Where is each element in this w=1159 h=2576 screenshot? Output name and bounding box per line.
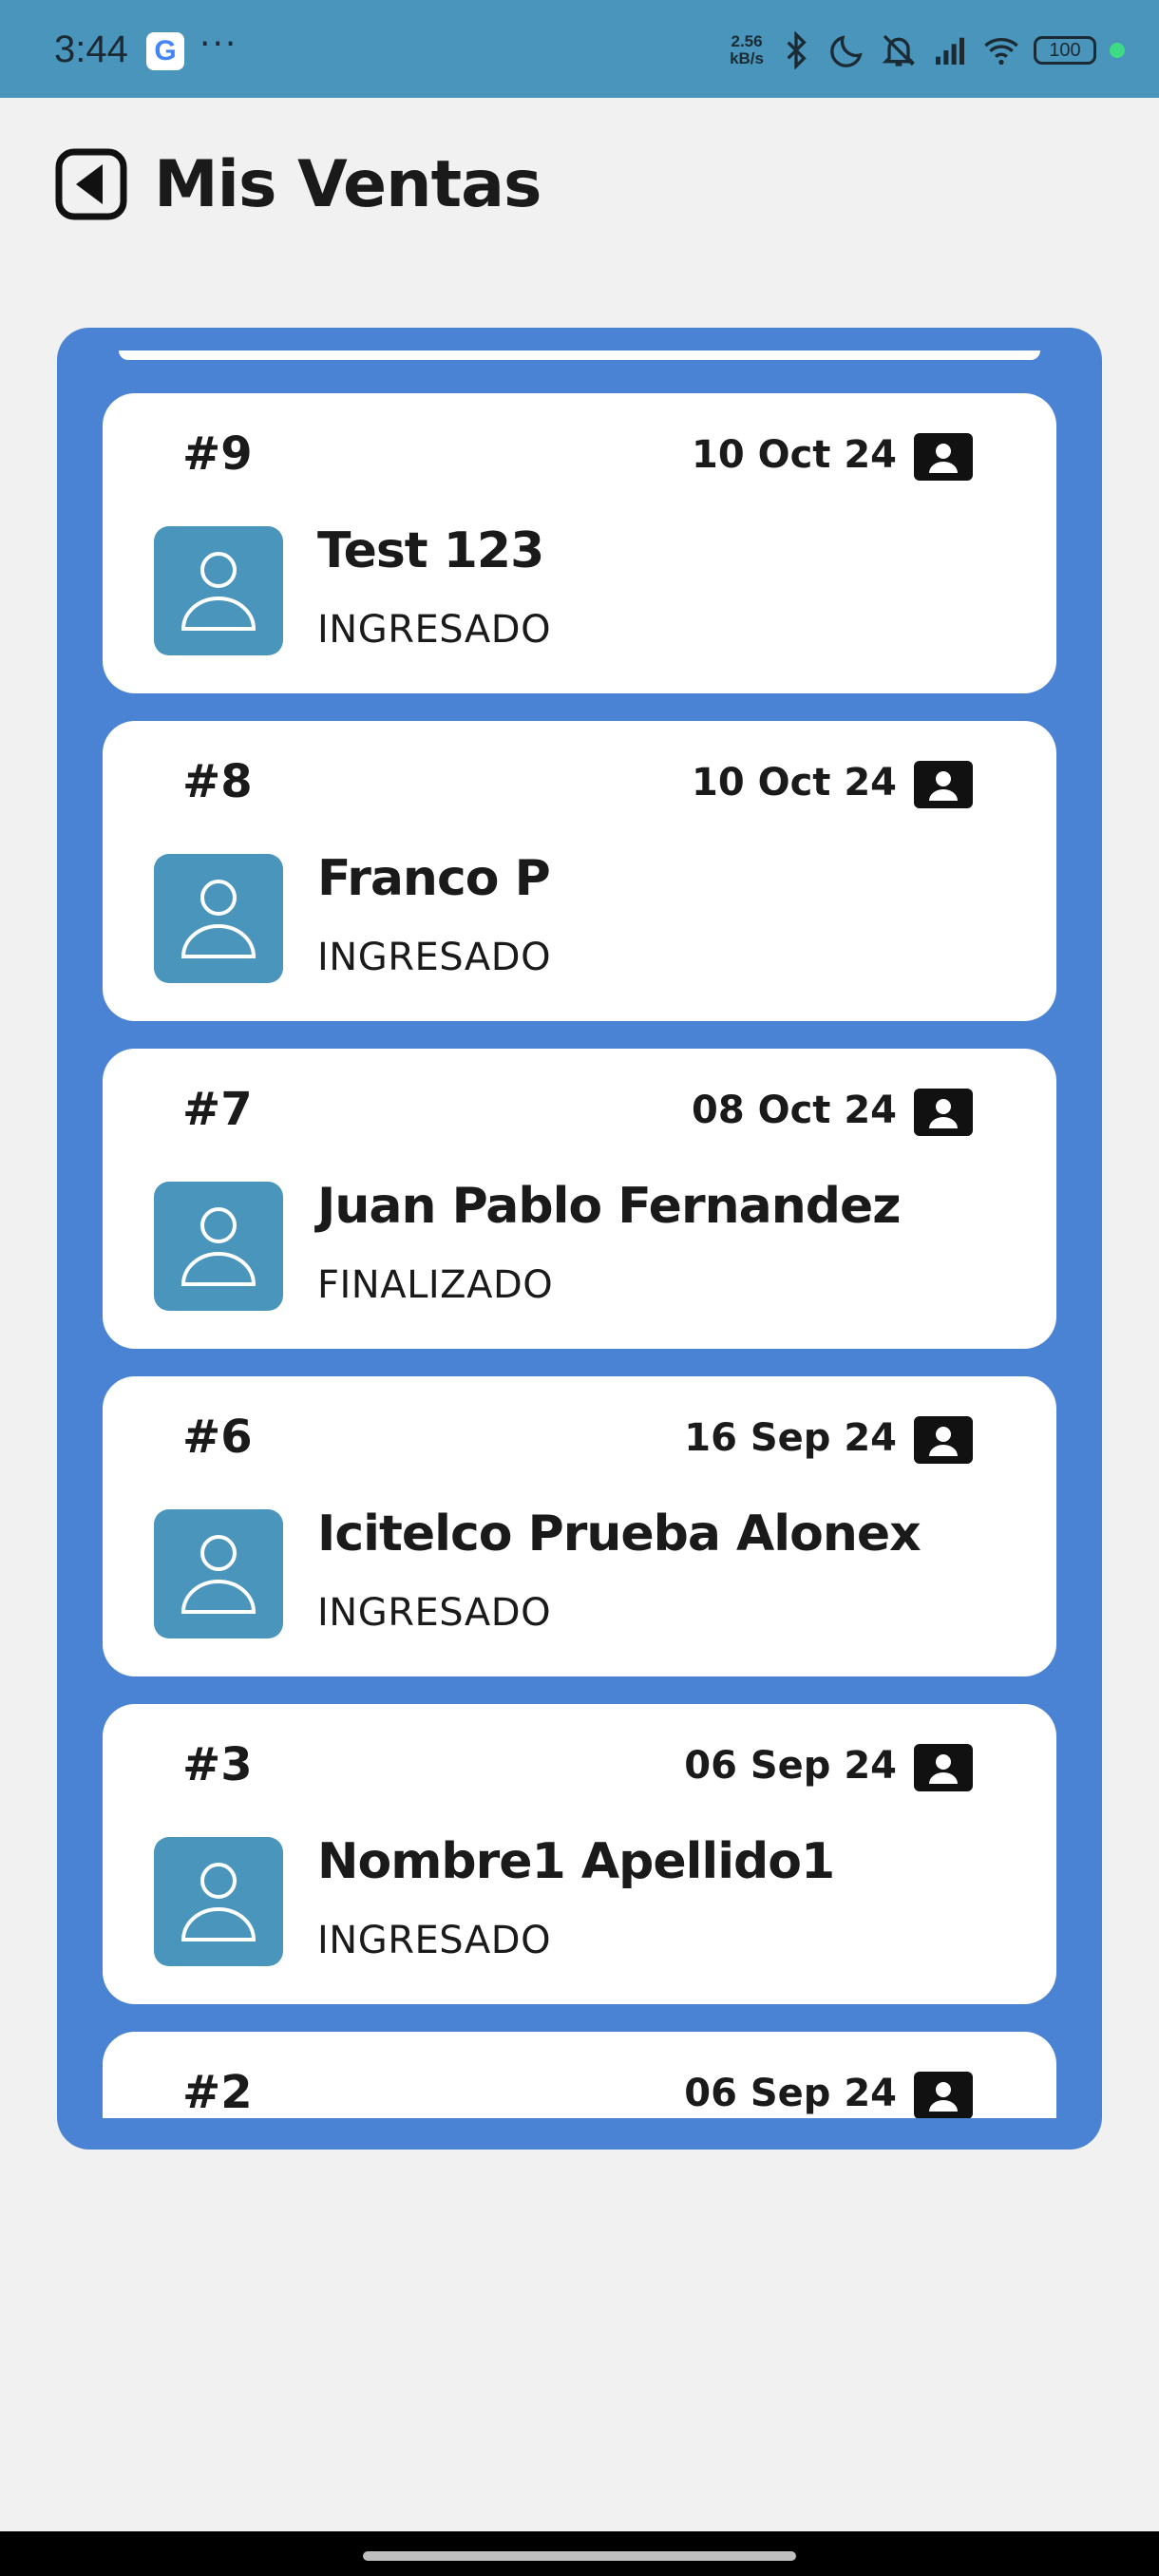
bluetooth-icon [787,31,807,69]
home-gesture-handle[interactable] [363,2551,796,2561]
sale-card[interactable]: #9 10 Oct 24 Test 123 INGRESADO [103,393,1056,693]
sale-date: 06 Sep 24 [684,2072,897,2115]
contact-card-icon [914,1416,973,1464]
privacy-indicator-dot [1110,43,1125,58]
sale-date: 10 Oct 24 [691,761,897,805]
sale-card[interactable]: #8 10 Oct 24 Franco P INGRESADO [103,721,1056,1021]
status-icons: 2.56 kB/s 100 [730,27,1125,74]
sale-date: 08 Oct 24 [691,1089,897,1132]
sale-number: #6 [182,1411,253,1464]
page-title: Mis Ventas [154,147,542,222]
contact-card-icon [914,433,973,481]
sale-status: INGRESADO [317,1591,552,1635]
customer-name: Juan Pablo Fernandez [317,1178,901,1235]
system-nav-bar [0,2531,1159,2576]
avatar [154,854,283,983]
sale-number: #2 [182,2066,253,2118]
signal-icon [936,37,964,65]
sale-date: 16 Sep 24 [684,1416,897,1460]
user-icon [180,1535,256,1614]
moon-icon [830,35,863,67]
speed-unit: kB/s [730,49,764,67]
user-icon [180,1863,256,1941]
customer-name: Franco P [317,850,551,907]
network-speed: 2.56 kB/s [730,33,764,67]
contact-card-icon [914,1089,973,1136]
sale-number: #9 [182,427,253,481]
customer-name: Icitelco Prueba Alonex [317,1506,922,1563]
avatar [154,1837,283,1966]
sale-status: FINALIZADO [317,1263,554,1307]
contact-card-icon [914,1744,973,1791]
customer-name: Test 123 [317,522,544,579]
user-icon [180,880,256,958]
sale-card[interactable]: #6 16 Sep 24 Icitelco Prueba Alonex INGR… [103,1376,1056,1676]
previous-card-edge [119,350,1040,360]
avatar [154,526,283,655]
mute-icon [882,34,916,66]
sale-number: #8 [182,755,253,808]
google-icon: G [146,32,184,70]
sale-status: INGRESADO [317,608,552,652]
status-bar: 3:44 G ··· 2.56 kB/s 100 [0,0,1159,98]
sale-date: 06 Sep 24 [684,1744,897,1788]
user-icon [180,552,256,631]
sale-card[interactable]: #3 06 Sep 24 Nombre1 Apellido1 INGRESADO [103,1704,1056,2004]
sale-status: INGRESADO [317,1919,552,1962]
sale-card[interactable]: #7 08 Oct 24 Juan Pablo Fernandez FINALI… [103,1049,1056,1349]
avatar [154,1182,283,1311]
sale-date: 10 Oct 24 [691,433,897,477]
status-time: 3:44 [54,28,128,70]
sale-number: #3 [182,1738,253,1791]
sales-list-viewport[interactable]: #9 10 Oct 24 Test 123 INGRESADO #8 10 Oc… [57,328,1102,2118]
sale-status: INGRESADO [317,936,552,979]
contact-card-icon [914,761,973,808]
sales-list[interactable]: #9 10 Oct 24 Test 123 INGRESADO #8 10 Oc… [57,328,1102,2150]
speed-value: 2.56 [731,32,763,50]
sale-card[interactable]: #2 06 Sep 24 [103,2032,1056,2118]
customer-name: Nombre1 Apellido1 [317,1833,835,1890]
contact-card-icon [914,2072,973,2118]
wifi-icon [984,38,1018,66]
avatar [154,1509,283,1638]
battery-icon: 100 [1034,36,1096,65]
back-arrow-icon[interactable] [55,148,127,220]
user-icon [180,1207,256,1286]
more-notifications-icon: ··· [200,25,238,64]
sale-number: #7 [182,1083,253,1136]
